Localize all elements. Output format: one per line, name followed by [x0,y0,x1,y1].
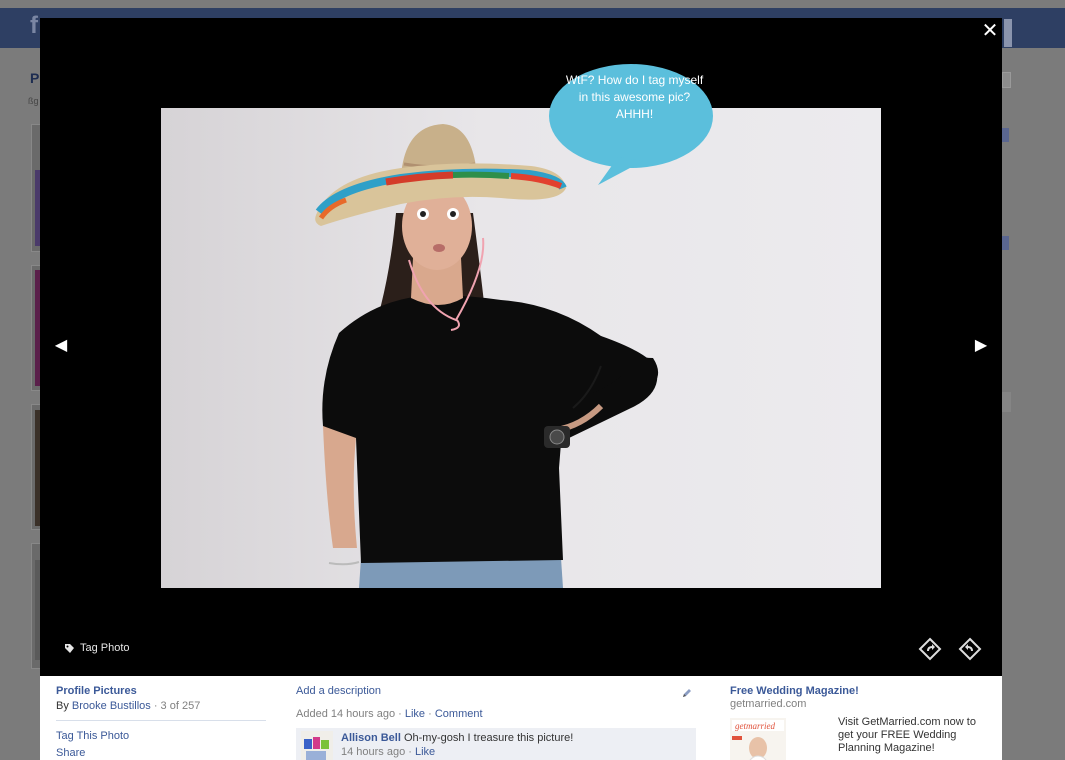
previous-photo-button[interactable]: ◀ [51,334,71,358]
photo-stage: WtF? How do I tag myself in this awesome… [40,18,1002,676]
rotate-left-icon[interactable] [918,637,942,661]
background-tab-edge [1002,236,1009,250]
tag-photo-label: Tag Photo [80,642,130,654]
comment-time: 14 hours ago [341,746,406,758]
comment-like-link[interactable]: Like [415,746,435,758]
photo-meta: Added 14 hours ago · Like · Comment [296,708,696,720]
commenter-name-link[interactable]: Allison Bell [341,732,401,744]
comment-body: Allison Bell Oh-my-gosh I treasure this … [341,732,696,744]
close-button[interactable]: ✕ [980,20,1000,42]
tag-icon [65,643,74,653]
byline: By Brooke Bustillos · 3 of 257 [56,700,266,712]
main-photo[interactable] [161,108,881,588]
comment-item: Allison Bell Oh-my-gosh I treasure this … [296,728,696,760]
speech-bubble-text: WtF? How do I tag myself in this awesome… [565,73,704,121]
commenter-avatar[interactable] [301,731,333,760]
meta-separator: · [425,708,435,720]
comment-meta: 14 hours ago · Like [341,746,696,758]
meta-separator: · [395,708,405,720]
rotate-right-icon[interactable] [958,637,982,661]
ad-domain: getmarried.com [730,698,807,710]
background-search-edge [1004,19,1012,47]
next-photo-button[interactable]: ▶ [971,334,991,358]
tag-photo-button[interactable]: Tag Photo [64,642,130,654]
add-description-link[interactable]: Add a description [296,685,381,697]
ad-image[interactable]: getmarried [730,718,786,760]
album-title-link[interactable]: Profile Pictures [56,685,266,697]
photo-illustration [315,124,659,588]
background-page-title: P [30,70,40,86]
comment-link[interactable]: Comment [435,708,483,720]
facebook-logo: f [30,12,38,39]
comment-text: Oh-my-gosh I treasure this picture! [403,732,574,744]
avatar-image [301,731,333,760]
ad-image-logo: getmarried [735,721,775,731]
ad-title-link[interactable]: Free Wedding Magazine! [730,685,859,697]
added-time: Added 14 hours ago [296,708,396,720]
like-link[interactable]: Like [405,708,425,720]
photo-details: Add a description Added 14 hours ago · L… [296,685,696,720]
owner-name-link[interactable]: Brooke Bustillos [72,700,151,712]
by-label: By [56,700,69,712]
album-info: Profile Pictures By Brooke Bustillos · 3… [56,685,266,760]
meta-separator: · [405,746,415,758]
photo-info-panel: Profile Pictures By Brooke Bustillos · 3… [40,676,1002,760]
tag-this-photo-link[interactable]: Tag This Photo [56,730,266,742]
ad-body: Visit GetMarried.com now to get your FRE… [838,716,976,754]
background-dropdown-edge [1002,72,1011,88]
background-panel-edge [1002,392,1011,412]
sponsored-ad: Free Wedding Magazine! getmarried.com ge… [730,685,990,760]
magazine-cover-image: getmarried [730,718,786,760]
background-tab-edge [1002,128,1009,142]
share-link[interactable]: Share [56,747,266,759]
divider [56,720,266,721]
background-subtitle: ßg [28,96,39,106]
photo-position: · 3 of 257 [150,700,201,712]
edit-pencil-icon[interactable] [681,687,693,699]
photo-viewer: WtF? How do I tag myself in this awesome… [40,18,1002,760]
